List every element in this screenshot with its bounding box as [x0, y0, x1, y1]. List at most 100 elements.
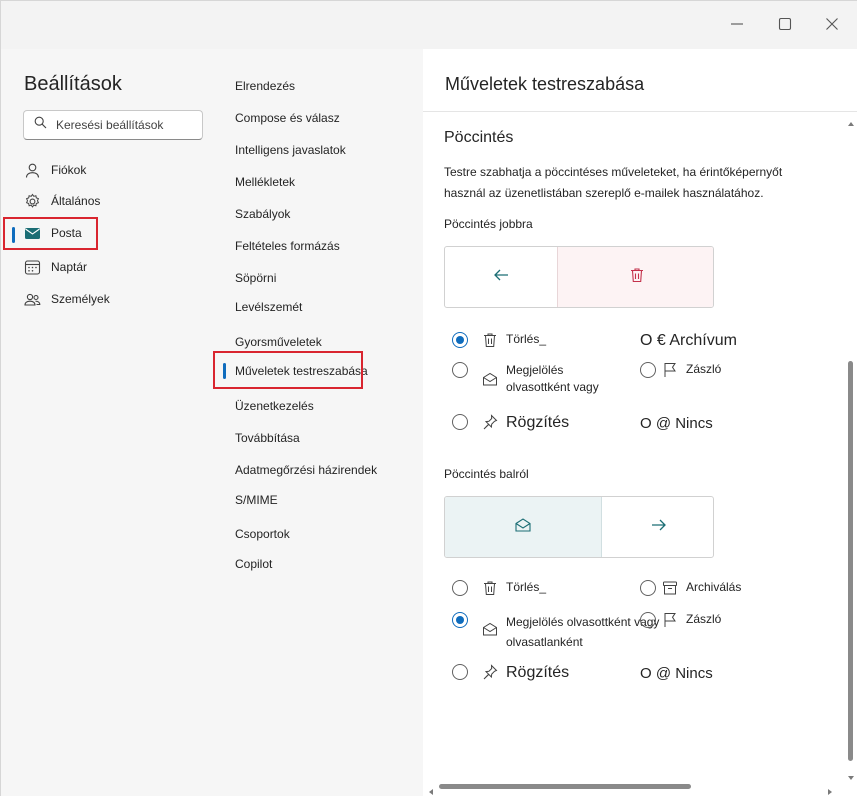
- nav-item-groups[interactable]: Csoportok: [235, 527, 290, 541]
- swipe-left-option-delete[interactable]: Törlés_: [452, 580, 546, 596]
- section-description: Testre szabhatja a pöccintéses műveletek…: [444, 165, 783, 200]
- vertical-scroll-thumb[interactable]: [848, 361, 853, 761]
- nav-item-smart-suggestions[interactable]: Intelligens javaslatok: [235, 143, 346, 157]
- mail-open-icon: [482, 621, 498, 637]
- swipe-left-preview-action: [445, 497, 602, 557]
- swipe-right-preview-message: [445, 247, 557, 307]
- swipe-left-option-flag[interactable]: Zászló: [640, 612, 721, 628]
- minimize-button[interactable]: [717, 11, 757, 41]
- swipe-right-preview: [444, 246, 714, 308]
- delete-icon: [482, 332, 498, 348]
- radio-button[interactable]: [452, 580, 468, 596]
- sidebar-item-accounts[interactable]: Fiókok: [23, 156, 203, 184]
- flag-icon: [662, 612, 678, 628]
- nav-item-conditional-formatting[interactable]: Feltételes formázás: [235, 239, 340, 253]
- minimize-icon: [730, 17, 744, 36]
- swipe-right-option-pin[interactable]: Rögzítés: [452, 414, 569, 432]
- settings-category-nav: Beállítások Fiókok Általános Posta Naptá…: [1, 49, 221, 796]
- option-label: Zászló: [686, 362, 722, 376]
- swipe-right-option-flag[interactable]: Zászló: [640, 362, 721, 378]
- archive-icon: [662, 580, 678, 596]
- radio-button[interactable]: [452, 414, 468, 430]
- arrow-right-icon: [650, 516, 668, 539]
- nav-item-junk-email[interactable]: Levélszemét: [235, 300, 302, 314]
- settings-window: Beállítások Fiókok Általános Posta Naptá…: [0, 0, 857, 796]
- swipe-right-preview-action: [557, 247, 713, 307]
- nav-item-rules[interactable]: Szabályok: [235, 207, 290, 221]
- close-icon: [825, 17, 839, 36]
- swipe-right-option-none[interactable]: O @ Nincs: [640, 415, 713, 432]
- settings-content-pane: Műveletek testreszabása Pöccintés Testre…: [423, 49, 857, 796]
- content-header: Műveletek testreszabása: [423, 49, 857, 112]
- scroll-left-icon[interactable]: [427, 783, 435, 795]
- pin-icon: [482, 664, 498, 680]
- option-label: Rögzítés: [506, 664, 570, 681]
- maximize-button[interactable]: [765, 11, 805, 41]
- nav-item-forwarding[interactable]: Továbbítása: [235, 431, 300, 445]
- section-title-swipe: Pöccintés: [444, 129, 514, 146]
- radio-button[interactable]: [452, 332, 468, 348]
- search-icon: [34, 116, 56, 134]
- settings-title: Beállítások: [24, 73, 122, 95]
- nav-item-compose-reply[interactable]: Compose és válasz: [235, 111, 340, 125]
- scroll-right-icon[interactable]: [826, 783, 834, 795]
- sidebar-item-label: Személyek: [51, 292, 110, 306]
- nav-item-sweep[interactable]: Söpörni: [235, 271, 276, 285]
- swipe-right-label: Pöccintés jobbra: [444, 217, 533, 231]
- option-label: Rögzítés: [506, 414, 570, 431]
- radio-button[interactable]: [452, 362, 468, 378]
- swipe-left-option-archive[interactable]: Archiválás: [640, 580, 741, 596]
- swipe-left-label: Pöccintés balról: [444, 467, 529, 481]
- people-icon: [23, 290, 41, 308]
- page-title: Műveletek testreszabása: [445, 74, 645, 94]
- swipe-left-preview: [444, 496, 714, 558]
- radio-button[interactable]: [640, 362, 656, 378]
- horizontal-scrollbar[interactable]: [424, 781, 844, 795]
- option-label: Törlés_: [506, 580, 547, 594]
- delete-icon: [628, 266, 646, 289]
- horizontal-scroll-thumb[interactable]: [439, 784, 691, 789]
- swipe-left-option-none[interactable]: O @ Nincs: [640, 665, 713, 682]
- vertical-scrollbar[interactable]: [846, 111, 856, 781]
- option-label: Archiválás: [686, 580, 742, 594]
- nav-item-attachments[interactable]: Mellékletek: [235, 175, 295, 189]
- person-icon: [23, 161, 41, 179]
- swipe-left-option-pin[interactable]: Rögzítés: [452, 664, 569, 682]
- sidebar-item-label: Naptár: [51, 260, 88, 274]
- nav-item-smime[interactable]: S/MIME: [235, 493, 278, 507]
- radio-button[interactable]: [452, 664, 468, 680]
- gear-icon: [23, 192, 41, 210]
- nav-item-layout[interactable]: Elrendezés: [235, 79, 295, 93]
- maximize-icon: [778, 17, 792, 36]
- nav-item-message-handling[interactable]: Üzenetkezelés: [235, 399, 314, 413]
- swipe-right-option-archive[interactable]: O € Archívum: [640, 332, 737, 350]
- option-label: Törlés_: [506, 332, 547, 346]
- close-button[interactable]: [812, 11, 852, 41]
- option-label: Zászló: [686, 612, 722, 626]
- nav-item-quick-actions[interactable]: Gyorsműveletek: [235, 335, 322, 349]
- delete-icon: [482, 580, 498, 596]
- scroll-up-icon[interactable]: [847, 115, 855, 126]
- swipe-right-option-delete[interactable]: Törlés_: [452, 332, 546, 348]
- sidebar-item-general[interactable]: Általános: [23, 187, 203, 215]
- swipe-right-option-mark-read[interactable]: Megjelölés olvasottként vagy: [452, 362, 626, 396]
- sidebar-item-label: Fiókok: [51, 163, 87, 177]
- scroll-down-icon[interactable]: [847, 769, 855, 780]
- swipe-left-preview-message: [602, 497, 713, 557]
- pin-icon: [482, 414, 498, 430]
- radio-button[interactable]: [640, 580, 656, 596]
- sidebar-item-people[interactable]: Személyek: [23, 285, 203, 313]
- search-settings-input[interactable]: [56, 118, 196, 132]
- radio-button[interactable]: [452, 612, 468, 628]
- calendar-icon: [23, 258, 41, 276]
- mail-open-icon: [482, 371, 498, 387]
- flag-icon: [662, 362, 678, 378]
- nav-item-retention-policies[interactable]: Adatmegőrzési házirendek: [235, 463, 377, 477]
- mail-open-icon: [514, 516, 532, 539]
- sidebar-item-calendar[interactable]: Naptár: [23, 253, 203, 281]
- radio-button[interactable]: [640, 612, 656, 628]
- highlight-box-customize-actions: [213, 351, 363, 389]
- nav-item-copilot[interactable]: Copilot: [235, 557, 272, 571]
- arrow-left-icon: [492, 266, 510, 289]
- search-settings-box[interactable]: [23, 110, 203, 140]
